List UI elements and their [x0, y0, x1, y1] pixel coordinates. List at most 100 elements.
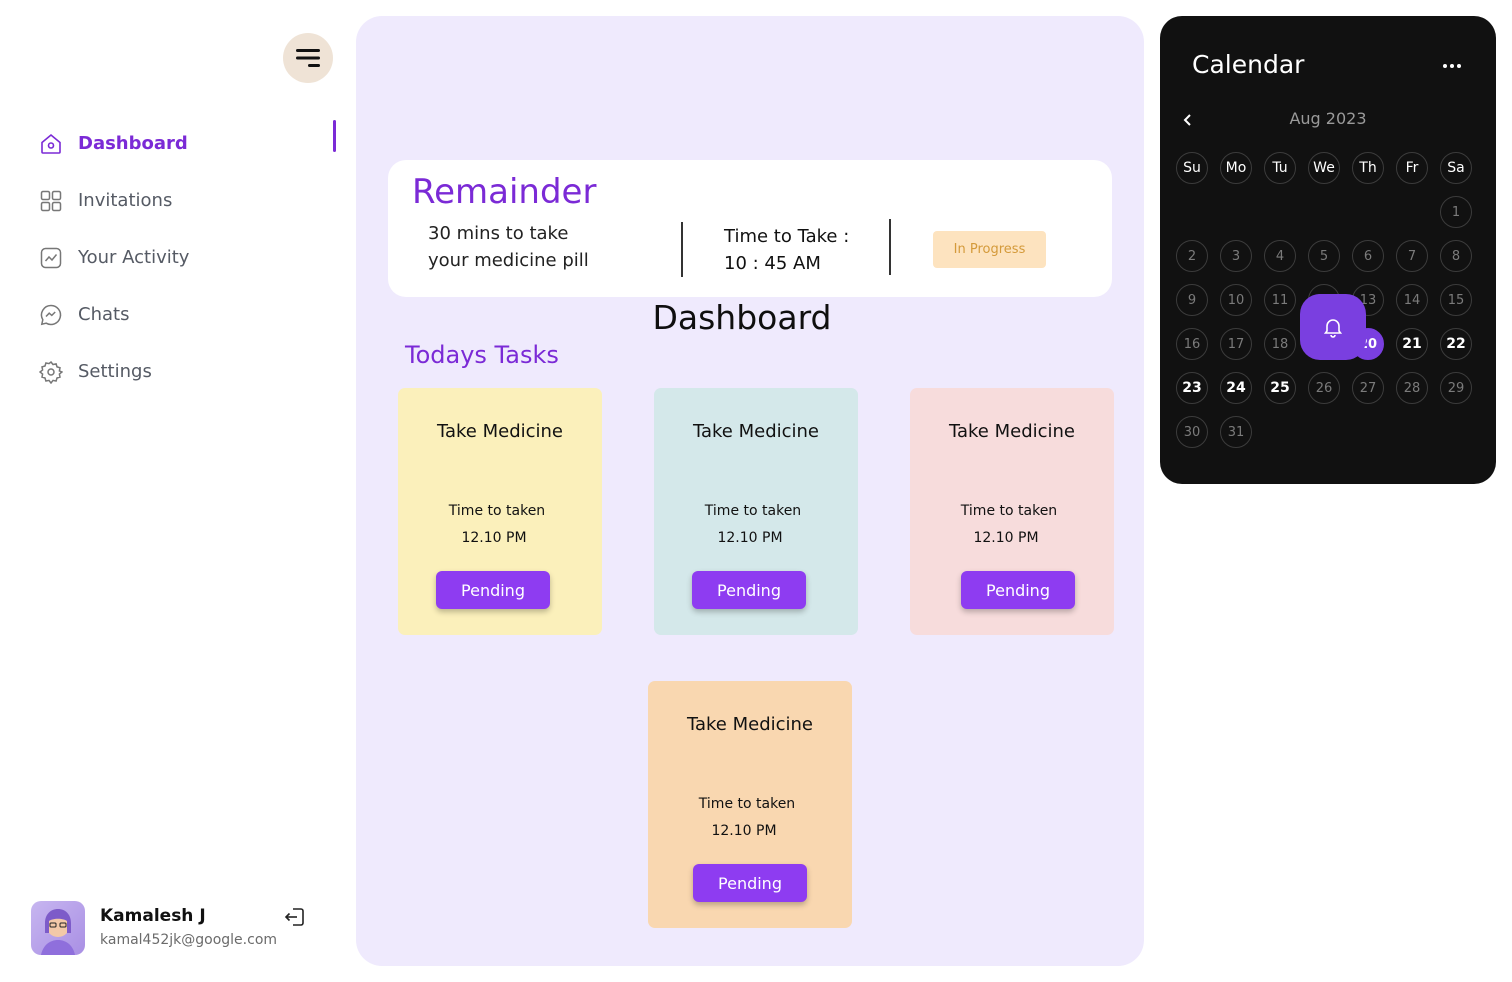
- more-dot-icon: [1457, 64, 1461, 68]
- sidebar-item-label: Dashboard: [78, 133, 188, 154]
- task-time-label: Time to taken: [960, 503, 1058, 519]
- calendar-day[interactable]: 26: [1308, 372, 1340, 404]
- task-card: Take Medicine Time to taken 12.10 PM Pen…: [648, 681, 852, 928]
- weekday-header: Su: [1176, 152, 1208, 184]
- task-time-label: Time to taken: [704, 503, 802, 519]
- calendar-day[interactable]: 11: [1264, 284, 1296, 316]
- menu-toggle-button[interactable]: [283, 33, 333, 83]
- status-badge: In Progress: [933, 231, 1046, 268]
- sidebar-item-label: Your Activity: [78, 247, 190, 268]
- pending-button[interactable]: Pending: [692, 571, 806, 609]
- sidebar-item-label: Settings: [78, 361, 152, 382]
- reminder-card: Remainder 30 mins to take your medicine …: [388, 160, 1112, 297]
- calendar-day[interactable]: 9: [1176, 284, 1208, 316]
- calendar-day[interactable]: 7: [1396, 240, 1428, 272]
- task-title: Take Medicine: [692, 421, 820, 442]
- sidebar-item-settings[interactable]: Settings: [38, 343, 338, 400]
- tasks-title: Todays Tasks: [405, 341, 559, 369]
- sidebar-item-chats[interactable]: Chats: [38, 286, 338, 343]
- calendar-day[interactable]: 30: [1176, 416, 1208, 448]
- calendar-day[interactable]: 3: [1220, 240, 1252, 272]
- pending-button[interactable]: Pending: [436, 571, 550, 609]
- task-time-label: Time to taken: [698, 796, 796, 812]
- reminder-line-2: your medicine pill: [428, 250, 589, 271]
- home-icon: [38, 131, 64, 157]
- task-time: 12.10 PM: [461, 530, 527, 546]
- sidebar-nav: Dashboard Invitations Your Activity Chat…: [38, 115, 338, 400]
- task-card: Take Medicine Time to taken 12.10 PM Pen…: [654, 388, 858, 635]
- task-time: 12.10 PM: [717, 530, 783, 546]
- task-time-label: Time to taken: [448, 503, 546, 519]
- grid-icon: [38, 188, 64, 214]
- reminder-title: Remainder: [412, 172, 597, 212]
- pending-button[interactable]: Pending: [693, 864, 807, 902]
- weekday-header: Sa: [1440, 152, 1472, 184]
- task-title: Take Medicine: [948, 421, 1076, 442]
- avatar[interactable]: [31, 901, 85, 955]
- sidebar-item-activity[interactable]: Your Activity: [38, 229, 338, 286]
- sidebar-item-dashboard[interactable]: Dashboard: [38, 115, 338, 172]
- gear-icon: [38, 359, 64, 385]
- user-name: Kamalesh J: [100, 906, 206, 926]
- task-card: Take Medicine Time to taken 12.10 PM Pen…: [398, 388, 602, 635]
- calendar-day[interactable]: 29: [1440, 372, 1472, 404]
- reminder-text: 30 mins to take your medicine pill: [428, 220, 648, 274]
- sidebar-item-invitations[interactable]: Invitations: [38, 172, 338, 229]
- calendar-day[interactable]: 1: [1440, 196, 1472, 228]
- active-indicator: [333, 120, 336, 152]
- sidebar-item-label: Chats: [78, 304, 130, 325]
- calendar-day[interactable]: 4: [1264, 240, 1296, 272]
- time-to-take-value: 10 : 45 AM: [724, 253, 821, 274]
- calendar-day[interactable]: 8: [1440, 240, 1472, 272]
- calendar-day[interactable]: 16: [1176, 328, 1208, 360]
- time-to-take-label: Time to Take :: [724, 226, 850, 247]
- sidebar: Dashboard Invitations Your Activity Chat…: [0, 0, 350, 982]
- reminder-line-1: 30 mins to take: [428, 223, 569, 244]
- calendar-day[interactable]: 31: [1220, 416, 1252, 448]
- user-profile: Kamalesh J kamal452jk@google.com: [31, 901, 321, 955]
- calendar-day[interactable]: 6: [1352, 240, 1384, 272]
- calendar-day[interactable]: 27: [1352, 372, 1384, 404]
- weekday-header: Tu: [1264, 152, 1296, 184]
- pending-button[interactable]: Pending: [961, 571, 1075, 609]
- calendar-title: Calendar: [1192, 50, 1305, 79]
- calendar-day[interactable]: 28: [1396, 372, 1428, 404]
- task-time: 12.10 PM: [711, 823, 777, 839]
- weekday-header: Th: [1352, 152, 1384, 184]
- weekday-header: We: [1308, 152, 1340, 184]
- more-dot-icon: [1443, 64, 1447, 68]
- divider: [681, 222, 683, 277]
- more-dot-icon: [1450, 64, 1454, 68]
- notification-button[interactable]: [1300, 294, 1366, 360]
- calendar-day[interactable]: 23: [1176, 372, 1208, 404]
- activity-icon: [38, 245, 64, 271]
- calendar-day[interactable]: 17: [1220, 328, 1252, 360]
- task-time: 12.10 PM: [973, 530, 1039, 546]
- calendar-day[interactable]: 15: [1440, 284, 1472, 316]
- chat-icon: [38, 302, 64, 328]
- task-title: Take Medicine: [436, 421, 564, 442]
- calendar-day[interactable]: 10: [1220, 284, 1252, 316]
- calendar-day[interactable]: 14: [1396, 284, 1428, 316]
- calendar-day[interactable]: 24: [1220, 372, 1252, 404]
- user-email: kamal452jk@google.com: [100, 932, 278, 948]
- weekday-header: Fr: [1396, 152, 1428, 184]
- weekday-header: Mo: [1220, 152, 1252, 184]
- main-panel: Remainder 30 mins to take your medicine …: [356, 16, 1144, 966]
- more-options-button[interactable]: [1440, 56, 1464, 76]
- calendar-day[interactable]: 5: [1308, 240, 1340, 272]
- logout-icon: [284, 908, 304, 926]
- calendar-day[interactable]: 25: [1264, 372, 1296, 404]
- calendar-widget: Calendar Aug 2023 Su Mo Tu We Th Fr Sa 1 2 3 4 5 6 7 8…: [1160, 16, 1496, 484]
- logout-button[interactable]: [283, 905, 307, 929]
- menu-icon: [296, 49, 320, 67]
- task-title: Take Medicine: [686, 714, 814, 735]
- calendar-day[interactable]: 2: [1176, 240, 1208, 272]
- page-title: Dashboard: [652, 298, 832, 337]
- time-to-take: Time to Take : 10 : 45 AM: [724, 223, 849, 277]
- calendar-day[interactable]: 21: [1396, 328, 1428, 360]
- sidebar-item-label: Invitations: [78, 190, 173, 211]
- divider: [889, 219, 891, 275]
- calendar-day[interactable]: 22: [1440, 328, 1472, 360]
- calendar-day[interactable]: 18: [1264, 328, 1296, 360]
